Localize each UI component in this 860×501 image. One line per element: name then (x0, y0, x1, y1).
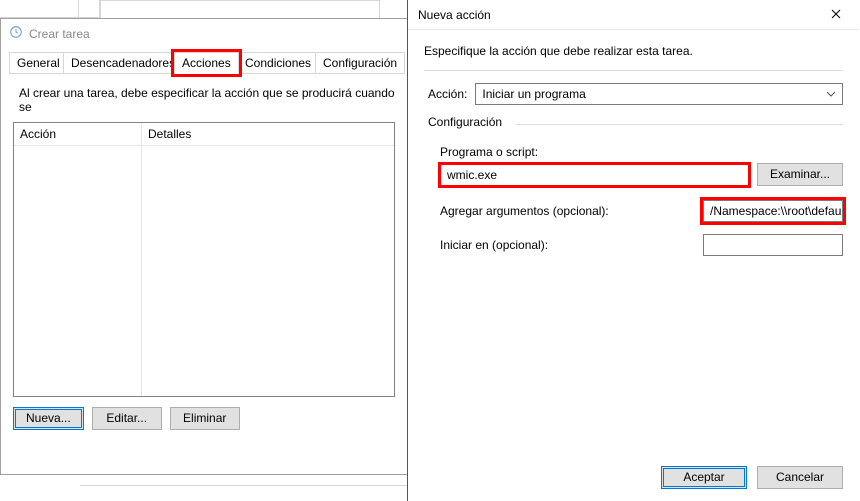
new-action-title: Nueva acción (418, 8, 491, 22)
cancel-button[interactable]: Cancelar (757, 466, 843, 489)
create-task-tabs: General Desencadenadores Acciones Condic… (9, 52, 399, 74)
chevron-down-icon (824, 87, 838, 104)
program-input[interactable]: wmic.exe (440, 164, 749, 186)
new-action-titlebar: Nueva acción (408, 0, 859, 30)
browse-button[interactable]: Examinar... (757, 163, 843, 186)
start-in-input[interactable] (703, 234, 843, 256)
tab-conditions[interactable]: Condiciones (237, 52, 319, 74)
create-task-description: Al crear una tarea, debe especificar la … (1, 74, 407, 122)
edit-action-button[interactable]: Editar... (92, 407, 162, 430)
start-in-label: Iniciar en (opcional): (440, 238, 703, 252)
action-label: Acción: (428, 87, 467, 101)
new-action-dialog: Nueva acción Especifique la acción que d… (407, 0, 859, 501)
ok-button[interactable]: Aceptar (661, 466, 747, 489)
close-button[interactable] (813, 0, 859, 30)
tab-settings[interactable]: Configuración (315, 52, 405, 74)
column-header-details[interactable]: Detalles (142, 123, 394, 146)
settings-group-label: Configuración (428, 115, 843, 131)
tab-triggers[interactable]: Desencadenadores (63, 52, 183, 74)
arguments-label: Agregar argumentos (opcional): (440, 204, 703, 218)
new-action-instruction: Especifique la acción que debe realizar … (408, 30, 859, 64)
close-icon (831, 8, 841, 22)
new-action-button[interactable]: Nueva... (13, 407, 84, 430)
arguments-input[interactable]: /Namespace:\\root\defau (703, 200, 843, 222)
create-task-titlebar: Crear tarea (1, 19, 407, 48)
create-task-title: Crear tarea (29, 27, 90, 41)
tab-general[interactable]: General (9, 52, 68, 74)
clock-icon (9, 25, 23, 42)
action-select[interactable]: Iniciar un programa (475, 83, 843, 105)
delete-action-button[interactable]: Eliminar (170, 407, 240, 430)
action-select-value: Iniciar un programa (482, 87, 585, 101)
actions-table[interactable]: Acción Detalles (13, 122, 395, 397)
tab-actions[interactable]: Acciones (174, 52, 239, 74)
program-label: Programa o script: (428, 131, 843, 163)
column-header-action[interactable]: Acción (14, 123, 141, 146)
create-task-dialog: Crear tarea General Desencadenadores Acc… (0, 18, 408, 475)
